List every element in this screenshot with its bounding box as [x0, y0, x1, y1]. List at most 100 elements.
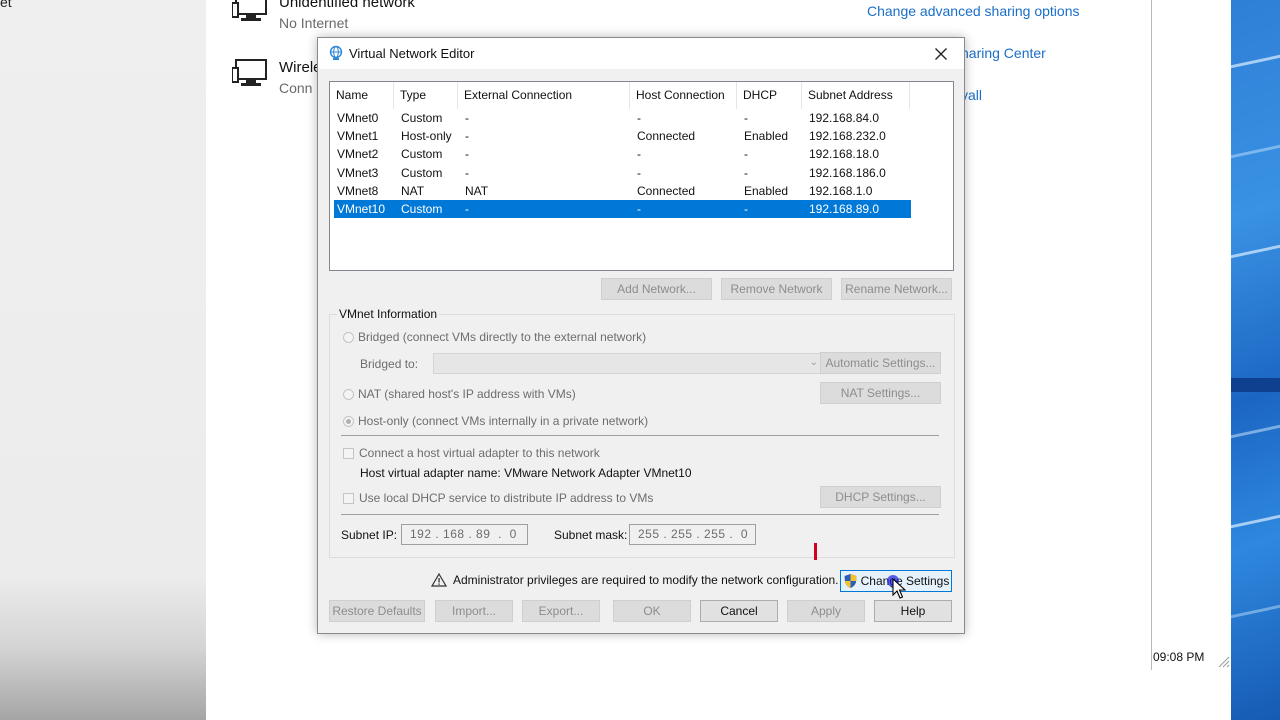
cell-name: VMnet3: [337, 165, 379, 180]
close-button[interactable]: [918, 38, 964, 69]
hostonly-label: Host-only (connect VMs internally in a p…: [358, 414, 649, 428]
cancel-button[interactable]: Cancel: [700, 600, 778, 622]
help-button[interactable]: Help: [874, 600, 952, 622]
subnet-mask-field[interactable]: 255 . 255 . 255 . 0: [629, 524, 756, 545]
column-header-type[interactable]: Type: [394, 82, 458, 109]
radio-button[interactable]: [343, 388, 354, 400]
text-cursor-marker: [814, 543, 817, 560]
dialog-title: Virtual Network Editor: [349, 46, 475, 61]
hostonly-radio[interactable]: Host-only (connect VMs internally in a p…: [343, 414, 648, 428]
cell-host: Connected: [637, 129, 696, 144]
nat-label: NAT (shared host's IP address with VMs): [358, 387, 576, 401]
checkbox[interactable]: [343, 492, 354, 504]
connect-adapter-label: Connect a host virtual adapter to this n…: [359, 446, 600, 460]
change-advanced-sharing-link[interactable]: Change advanced sharing options: [867, 3, 1080, 19]
cell-external: -: [465, 147, 469, 162]
bridged-to-label: Bridged to:: [360, 357, 419, 371]
automatic-settings-button[interactable]: Automatic Settings...: [820, 352, 941, 374]
table-row[interactable]: VMnet3 Custom - - - 192.168.186.0: [334, 164, 911, 182]
desktop-wallpaper: [1231, 0, 1280, 720]
network-item-wireless[interactable]: Wirele Conn: [232, 58, 322, 98]
cell-type: Custom: [401, 165, 443, 180]
cell-subnet: 192.168.18.0: [809, 147, 880, 162]
column-header-name[interactable]: Name: [330, 82, 394, 109]
subnet-ip-label: Subnet IP:: [341, 528, 398, 542]
cell-host: -: [637, 165, 641, 180]
bridged-radio[interactable]: Bridged (connect VMs directly to the ext…: [343, 330, 646, 344]
table-row[interactable]: VMnet8 NAT NAT Connected Enabled 192.168…: [334, 182, 911, 200]
cell-name: VMnet0: [337, 111, 379, 125]
cell-dhcp: -: [744, 165, 748, 180]
dhcp-checkbox[interactable]: Use local DHCP service to distribute IP …: [343, 491, 653, 505]
bridged-to-dropdown[interactable]: ⌄: [433, 353, 823, 374]
cell-host: -: [637, 111, 641, 125]
dhcp-settings-button[interactable]: DHCP Settings...: [820, 486, 941, 508]
cell-dhcp: Enabled: [744, 183, 789, 198]
cell-host: -: [637, 201, 641, 216]
nat-settings-button[interactable]: NAT Settings...: [820, 382, 941, 404]
column-header-subnet-address[interactable]: Subnet Address: [802, 82, 910, 109]
table-header: Name Type External Connection Host Conne…: [330, 82, 910, 109]
network-name: Wirele: [279, 59, 322, 76]
cell-type: Custom: [401, 201, 443, 216]
right-pane: [1151, 0, 1232, 670]
cell-name: VMnet2: [337, 147, 379, 162]
network-status: Conn: [279, 80, 313, 96]
network-list-table[interactable]: Name Type External Connection Host Conne…: [329, 81, 954, 271]
separator: [341, 435, 939, 436]
table-row[interactable]: VMnet2 Custom - - - 192.168.18.0: [334, 145, 911, 163]
shield-icon: [844, 574, 857, 588]
table-body: VMnet0 Custom - - - 192.168.84.0 VMnet1 …: [334, 109, 911, 219]
table-row[interactable]: VMnet0 Custom - - - 192.168.84.0: [334, 109, 911, 127]
resize-grip-icon[interactable]: [1218, 656, 1230, 668]
mouse-pointer-icon: [892, 578, 906, 599]
cell-name: VMnet8: [337, 183, 379, 198]
admin-warning: Administrator privileges are required to…: [431, 573, 839, 587]
cell-external: -: [465, 111, 469, 125]
cell-subnet: 192.168.232.0: [809, 129, 886, 144]
cell-type: Custom: [401, 147, 443, 162]
table-row[interactable]: VMnet1 Host-only - Connected Enabled 192…: [334, 127, 911, 145]
cell-external: -: [465, 201, 469, 216]
globe-network-icon: [329, 45, 343, 60]
subnet-ip-field[interactable]: 192 . 168 . 89 . 0: [401, 524, 528, 545]
dhcp-label: Use local DHCP service to distribute IP …: [359, 491, 654, 505]
column-header-dhcp[interactable]: DHCP: [737, 82, 802, 109]
bridged-label: Bridged (connect VMs directly to the ext…: [358, 330, 647, 344]
left-window-strip: et: [0, 0, 206, 720]
checkbox[interactable]: [343, 447, 354, 459]
radio-button[interactable]: [343, 331, 354, 343]
add-network-button[interactable]: Add Network...: [601, 278, 712, 300]
warning-icon: [431, 573, 447, 587]
cell-name: VMnet1: [337, 129, 379, 144]
network-computer-icon: [232, 59, 267, 86]
cell-dhcp: -: [744, 111, 748, 125]
export-button[interactable]: Export...: [522, 600, 600, 622]
left-window-text: et: [0, 0, 12, 10]
dialog-titlebar[interactable]: Virtual Network Editor: [318, 38, 964, 69]
adapter-name-text: Host virtual adapter name: VMware Networ…: [360, 466, 692, 480]
column-header-host-connection[interactable]: Host Connection: [630, 82, 737, 109]
remove-network-button[interactable]: Remove Network: [721, 278, 832, 300]
cell-dhcp: -: [744, 147, 748, 162]
cell-subnet: 192.168.84.0: [809, 111, 880, 125]
cell-external: -: [465, 165, 469, 180]
apply-button[interactable]: Apply: [787, 600, 865, 622]
radio-button-selected[interactable]: [343, 415, 354, 427]
chevron-down-icon: ⌄: [809, 357, 818, 368]
network-item-unidentified[interactable]: Unidentified network No Internet: [232, 0, 415, 33]
table-row-selected[interactable]: VMnet10 Custom - - - 192.168.89.0: [334, 199, 911, 219]
import-button[interactable]: Import...: [435, 600, 513, 622]
nat-radio[interactable]: NAT (shared host's IP address with VMs): [343, 387, 576, 401]
connect-adapter-checkbox[interactable]: Connect a host virtual adapter to this n…: [343, 446, 600, 460]
cell-host: Connected: [637, 183, 696, 198]
cell-type: Custom: [401, 111, 443, 125]
network-status: No Internet: [279, 15, 349, 31]
column-header-external-connection[interactable]: External Connection: [458, 82, 630, 109]
sharing-center-link[interactable]: haring Center: [961, 45, 1046, 61]
ok-button[interactable]: OK: [613, 600, 691, 622]
restore-defaults-button[interactable]: Restore Defaults: [329, 600, 425, 622]
rename-network-button[interactable]: Rename Network...: [841, 278, 952, 300]
cell-subnet: 192.168.1.0: [809, 183, 873, 198]
cell-dhcp: -: [744, 201, 748, 216]
